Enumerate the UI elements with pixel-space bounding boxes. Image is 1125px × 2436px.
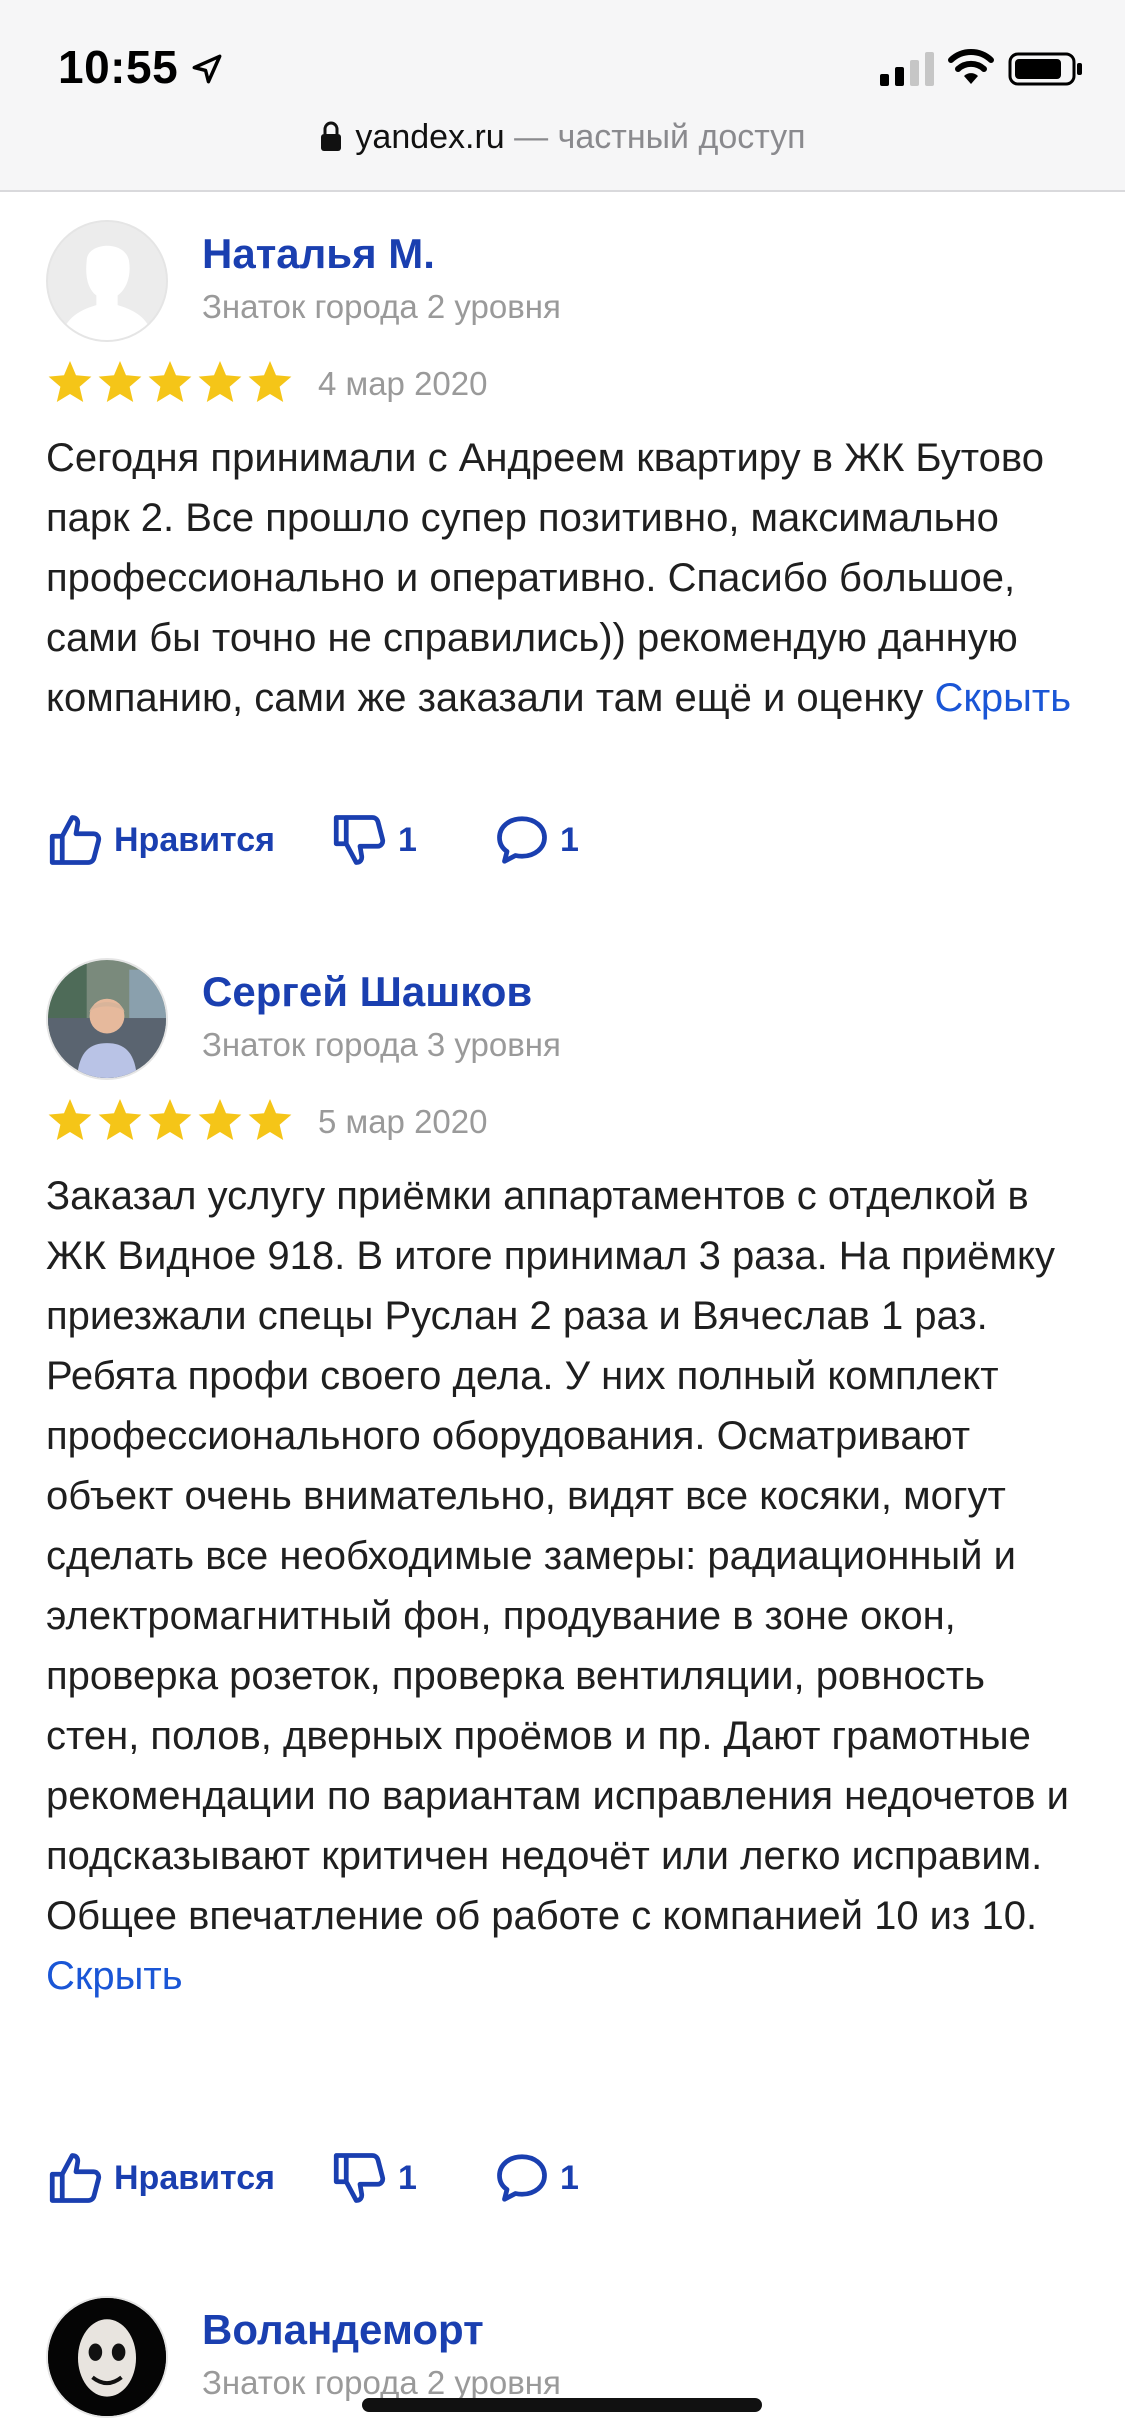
battery-icon: [1008, 52, 1082, 86]
star-icon: [198, 361, 242, 402]
browser-top-bar: 10:55 yandex.ru — частный доступ: [0, 0, 1125, 192]
review-date: 4 мар 2020: [318, 365, 488, 402]
review-date: 5 мар 2020: [318, 1103, 488, 1140]
like-label: Нравится: [114, 2158, 275, 2197]
review-body: Заказал услугу приёмки аппартаментов с о…: [46, 1174, 1069, 1938]
location-arrow-icon: [192, 54, 222, 84]
rating-stars: [46, 1096, 294, 1146]
author-level: Знаток города 3 уровня: [202, 1026, 561, 1063]
star-icon: [148, 361, 192, 402]
comment-bubble-icon: [497, 816, 547, 864]
comment-count: 1: [560, 820, 579, 859]
review-author[interactable]: Воландеморт: [202, 2306, 484, 2354]
like-button[interactable]: Нравится: [46, 805, 275, 875]
thumbs-down-icon: [333, 2153, 386, 2203]
thumbs-up-icon: [49, 815, 102, 865]
review-body: Сегодня принимали с Андреем квартиру в Ж…: [46, 436, 1044, 720]
wifi-icon: [948, 49, 994, 84]
dislike-count: 1: [398, 2158, 417, 2197]
star-icon: [98, 361, 142, 402]
star-icon: [148, 1099, 192, 1140]
default-user-icon: [48, 222, 166, 340]
dislike-button[interactable]: 1: [330, 805, 417, 875]
comment-button[interactable]: 1: [492, 805, 579, 875]
home-indicator[interactable]: [362, 2398, 762, 2412]
private-mode-label: — частный доступ: [504, 118, 806, 156]
review-author[interactable]: Сергей Шашков: [202, 968, 532, 1016]
lock-icon: [321, 121, 342, 151]
comment-bubble-icon: [497, 2154, 547, 2202]
like-button[interactable]: Нравится: [46, 2143, 275, 2213]
hide-link[interactable]: Скрыть: [935, 676, 1072, 720]
dislike-button[interactable]: 1: [330, 2143, 417, 2213]
star-icon: [48, 1099, 92, 1140]
cellular-signal-icon: [880, 52, 934, 86]
author-level: Знаток города 2 уровня: [202, 288, 561, 325]
star-icon: [48, 361, 92, 402]
star-icon: [198, 1099, 242, 1140]
star-icon: [248, 1099, 292, 1140]
review-author[interactable]: Наталья М.: [202, 230, 435, 278]
comment-button[interactable]: 1: [492, 2143, 579, 2213]
thumbs-up-icon: [49, 2153, 102, 2203]
status-time: 10:55: [58, 41, 179, 93]
rating-stars: [46, 358, 294, 408]
avatar[interactable]: [46, 220, 168, 342]
review-text: Заказал услугу приёмки аппартаментов с о…: [46, 1166, 1086, 2006]
user-photo: [48, 960, 166, 1078]
star-icon: [248, 361, 292, 402]
author-level: Знаток города 2 уровня: [202, 2364, 561, 2401]
review-text: Сегодня принимали с Андреем квартиру в Ж…: [46, 428, 1086, 728]
address-bar[interactable]: yandex.ru — частный доступ: [0, 118, 1125, 157]
comment-count: 1: [560, 2158, 579, 2197]
avatar[interactable]: [46, 958, 168, 1080]
dislike-count: 1: [398, 820, 417, 859]
url-domain: yandex.ru: [355, 118, 505, 156]
star-icon: [98, 1099, 142, 1140]
hide-link[interactable]: Скрыть: [46, 1954, 183, 1998]
avatar[interactable]: [46, 2296, 168, 2418]
thumbs-down-icon: [333, 815, 386, 865]
like-label: Нравится: [114, 820, 275, 859]
user-photo: [48, 2298, 166, 2416]
